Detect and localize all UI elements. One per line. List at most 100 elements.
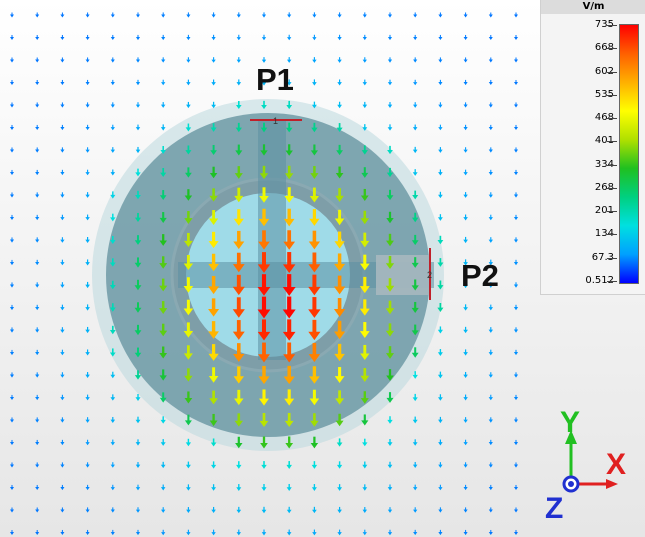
field-arrowhead-icon	[412, 442, 418, 446]
field-arrowhead-icon	[463, 172, 468, 176]
field-arrowhead-icon	[9, 59, 15, 63]
field-arrowhead-icon	[463, 329, 468, 334]
field-arrowhead-icon	[135, 82, 141, 86]
field-arrowhead-icon	[35, 14, 40, 18]
field-arrowhead-icon	[438, 14, 443, 18]
field-arrowhead-icon	[60, 262, 65, 266]
field-arrowhead-icon	[110, 149, 115, 153]
field-arrowhead-icon	[85, 59, 90, 63]
field-arrowhead-icon	[513, 14, 519, 18]
field-arrowhead-icon	[135, 127, 141, 131]
field-arrowhead-icon	[60, 374, 65, 378]
field-arrowhead-icon	[60, 419, 65, 423]
field-arrowhead-icon	[513, 329, 519, 333]
field-arrowhead-icon	[110, 374, 116, 379]
field-arrowhead-icon	[211, 82, 216, 86]
field-arrowhead-icon	[312, 14, 317, 18]
field-arrowhead-icon	[35, 37, 40, 41]
field-arrowhead-icon	[437, 217, 443, 221]
legend-unit: V/m	[541, 0, 645, 14]
field-arrowhead-icon	[85, 532, 90, 536]
legend-tick-label: 735	[594, 19, 614, 30]
field-arrowhead-icon	[60, 172, 65, 176]
field-arrowhead-icon	[9, 419, 15, 423]
field-arrowhead-icon	[513, 284, 519, 288]
field-arrowhead-icon	[186, 487, 191, 491]
field-arrowhead-icon	[9, 532, 15, 536]
field-arrowhead-icon	[60, 442, 65, 446]
field-arrowhead-icon	[488, 239, 493, 243]
field-arrowhead-icon	[488, 194, 493, 198]
field-arrowhead-icon	[185, 464, 191, 469]
field-arrowhead-icon	[513, 509, 519, 513]
field-arrowhead-icon	[186, 37, 191, 41]
field-arrowhead-icon	[161, 532, 166, 536]
field-arrowhead-icon	[186, 59, 191, 63]
field-arrowhead-icon	[337, 82, 342, 86]
field-arrowhead-icon	[135, 37, 141, 41]
field-arrowhead-icon	[85, 239, 90, 244]
port-1-number: 1	[273, 116, 278, 126]
field-arrowhead-icon	[236, 532, 242, 536]
field-arrowhead-icon	[236, 464, 242, 469]
field-arrowhead-icon	[337, 509, 342, 514]
field-arrowhead-icon	[438, 82, 443, 86]
field-arrowhead-icon	[437, 352, 443, 356]
field-arrowhead-icon	[9, 127, 15, 131]
field-arrowhead-icon	[413, 532, 418, 536]
field-arrowhead-icon	[513, 464, 519, 468]
field-arrowhead-icon	[488, 172, 493, 176]
field-arrowhead-icon	[463, 374, 468, 379]
field-arrowhead-icon	[488, 127, 493, 131]
field-arrowhead-icon	[9, 104, 15, 108]
field-arrowhead-icon	[463, 509, 468, 513]
legend-tick-mark	[607, 234, 617, 236]
field-arrowhead-icon	[513, 149, 519, 153]
field-arrowhead-icon	[186, 104, 191, 109]
field-arrowhead-icon	[312, 59, 317, 63]
field-arrowhead-icon	[438, 509, 443, 513]
field-arrowhead-icon	[463, 194, 468, 198]
field-arrowhead-icon	[185, 442, 192, 447]
field-arrowhead-icon	[236, 82, 242, 86]
field-arrowhead-icon	[437, 374, 443, 379]
field-arrowhead-icon	[488, 509, 493, 513]
field-arrowhead-icon	[413, 487, 418, 491]
field-arrowhead-icon	[60, 104, 65, 108]
field-arrowhead-icon	[438, 37, 443, 41]
field-arrowhead-icon	[135, 487, 141, 491]
field-arrowhead-icon	[362, 59, 367, 63]
field-arrowhead-icon	[110, 464, 115, 468]
field-arrowhead-icon	[186, 14, 191, 18]
field-arrowhead-icon	[135, 59, 141, 63]
field-arrowhead-icon	[513, 59, 519, 63]
field-arrowhead-icon	[513, 217, 519, 221]
field-arrowhead-icon	[488, 442, 493, 446]
field-arrowhead-icon	[362, 487, 368, 491]
field-arrowhead-icon	[135, 397, 141, 402]
field-arrowhead-icon	[35, 284, 40, 288]
field-arrowhead-icon	[337, 487, 343, 491]
field-arrowhead-icon	[488, 307, 494, 311]
field-arrowhead-icon	[85, 37, 90, 41]
field-arrowhead-icon	[362, 82, 368, 86]
field-arrowhead-icon	[85, 217, 90, 221]
field-arrowhead-icon	[513, 172, 519, 176]
field-arrowhead-icon	[488, 464, 493, 468]
field-arrowhead-icon	[438, 149, 443, 153]
field-arrowhead-icon	[463, 239, 468, 244]
legend-tick-mark	[607, 257, 617, 259]
legend-tick-label: 0.512	[585, 275, 614, 286]
field-arrowhead-icon	[513, 82, 519, 86]
legend-tick-mark	[607, 281, 617, 282]
field-arrowhead-icon	[85, 262, 90, 266]
field-arrowhead-icon	[463, 419, 468, 423]
field-arrowhead-icon	[110, 59, 115, 63]
field-arrowhead-icon	[110, 397, 116, 401]
field-arrowhead-icon	[513, 487, 519, 491]
field-arrowhead-icon	[362, 509, 368, 513]
field-arrowhead-icon	[287, 37, 292, 41]
field-arrowhead-icon	[35, 194, 40, 198]
field-arrowhead-icon	[463, 532, 468, 536]
3d-viewport[interactable]: 1 2 P1 P2 V/m 735 668 602 535 468 401 334 268 201…	[0, 0, 645, 537]
